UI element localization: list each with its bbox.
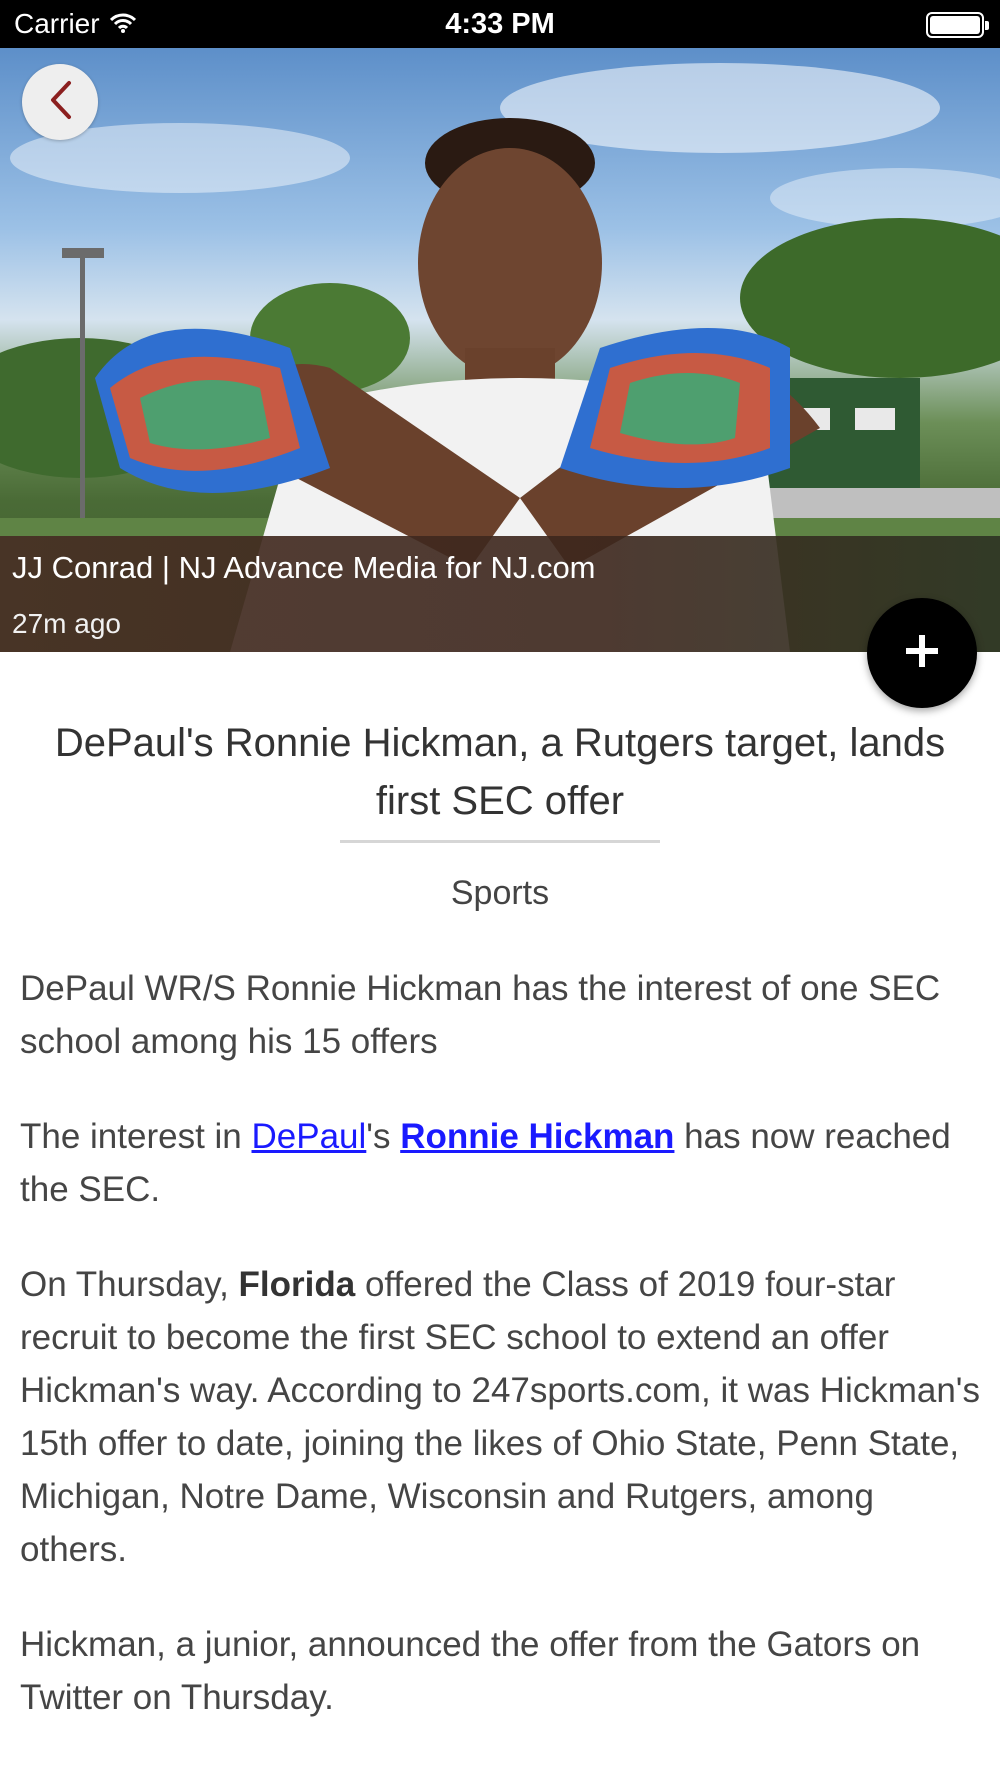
- time-ago: 27m ago: [12, 608, 121, 639]
- article-paragraph-2: The interest in DePaul's Ronnie Hickman …: [20, 1110, 980, 1216]
- status-time: 4:33 PM: [445, 8, 555, 40]
- paragraph-text: On Thursday,: [20, 1265, 239, 1304]
- status-bar: Carrier 4:33 PM: [0, 0, 1000, 48]
- photo-credit: JJ Conrad | NJ Advance Media for NJ.com: [12, 550, 596, 585]
- article-paragraph-4: Hickman, a junior, announced the offer f…: [20, 1625, 921, 1717]
- paragraph-text: 's: [366, 1117, 401, 1156]
- article-category: Sports: [450, 874, 550, 912]
- photo-caption: JJ Conrad | NJ Advance Media for NJ.com …: [0, 536, 1000, 652]
- article-paragraph-3: On Thursday, Florida offered the Class o…: [20, 1258, 980, 1576]
- chevron-left-icon: [45, 79, 75, 126]
- depaul-link[interactable]: DePaul: [252, 1117, 367, 1156]
- add-button[interactable]: [867, 598, 977, 708]
- battery-icon: [926, 12, 989, 38]
- back-button[interactable]: [22, 64, 98, 140]
- article-body: DePaul WR/S Ronnie Hickman has the inter…: [20, 962, 980, 1766]
- headline-divider: [340, 840, 660, 843]
- article-headline: DePaul's Ronnie Hickman, a Rutgers targe…: [54, 721, 946, 823]
- paragraph-text: The interest in: [20, 1117, 252, 1156]
- bold-text: Florida: [238, 1265, 356, 1304]
- plus-icon: [902, 631, 942, 676]
- ronnie-hickman-link[interactable]: Ronnie Hickman: [400, 1117, 674, 1156]
- paragraph-text: offered the Class of 2019 four-star recr…: [20, 1265, 980, 1569]
- article-paragraph-1: DePaul WR/S Ronnie Hickman has the inter…: [20, 969, 941, 1061]
- hero-image: JJ Conrad | NJ Advance Media for NJ.com …: [0, 48, 1000, 652]
